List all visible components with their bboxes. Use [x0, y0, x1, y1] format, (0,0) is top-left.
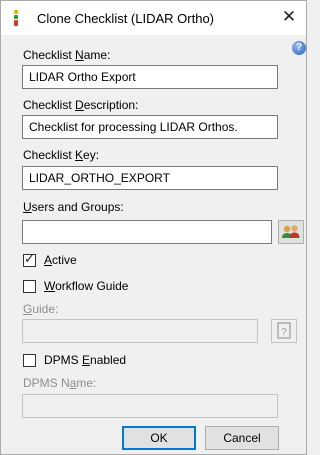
- users-groups-input[interactable]: [22, 220, 272, 244]
- clone-checklist-dialog: Clone Checklist (LIDAR Ortho) ✕ ? Checkl…: [0, 0, 307, 455]
- close-button[interactable]: ✕: [272, 1, 306, 35]
- guide-browse-button[interactable]: ?: [271, 319, 297, 343]
- workflow-guide-checkbox[interactable]: [23, 279, 36, 293]
- dpms-name-label: DPMS Name:: [23, 376, 97, 390]
- active-label: Active: [44, 253, 77, 267]
- guide-browse-icon: ?: [277, 322, 291, 339]
- svg-text:?: ?: [281, 327, 287, 338]
- ok-button[interactable]: OK: [122, 426, 196, 450]
- users-picker-button[interactable]: [278, 220, 304, 244]
- checklist-description-label: Checklist Description:: [23, 98, 139, 112]
- dpms-enabled-checkbox[interactable]: [23, 353, 36, 367]
- guide-input[interactable]: [22, 319, 258, 343]
- checklist-name-label: Checklist Name:: [23, 48, 111, 62]
- workflow-guide-label: Workflow Guide: [44, 279, 129, 293]
- users-groups-label: Users and Groups:: [23, 200, 124, 214]
- help-icon[interactable]: ?: [292, 41, 306, 55]
- checkmark-icon: ✓: [24, 250, 35, 266]
- checklist-app-icon: [13, 10, 19, 26]
- checklist-description-input[interactable]: [22, 115, 278, 139]
- checklist-key-label: Checklist Key:: [23, 148, 100, 162]
- guide-label: Guide:: [23, 302, 59, 316]
- dpms-name-input[interactable]: [22, 394, 278, 418]
- window-title: Clone Checklist (LIDAR Ortho): [37, 11, 214, 26]
- dpms-enabled-label: DPMS Enabled: [44, 353, 127, 367]
- checklist-name-input[interactable]: [22, 65, 278, 89]
- workflow-guide-checkbox-row[interactable]: Workflow Guide: [23, 278, 128, 294]
- title-bar: Clone Checklist (LIDAR Ortho) ✕: [1, 1, 306, 35]
- users-group-icon: [282, 225, 300, 238]
- checklist-key-input[interactable]: [22, 166, 278, 190]
- cancel-button[interactable]: Cancel: [205, 426, 279, 450]
- active-checkbox[interactable]: ✓: [23, 250, 36, 267]
- active-checkbox-row[interactable]: ✓ Active: [23, 250, 77, 268]
- dpms-enabled-checkbox-row[interactable]: DPMS Enabled: [23, 352, 126, 368]
